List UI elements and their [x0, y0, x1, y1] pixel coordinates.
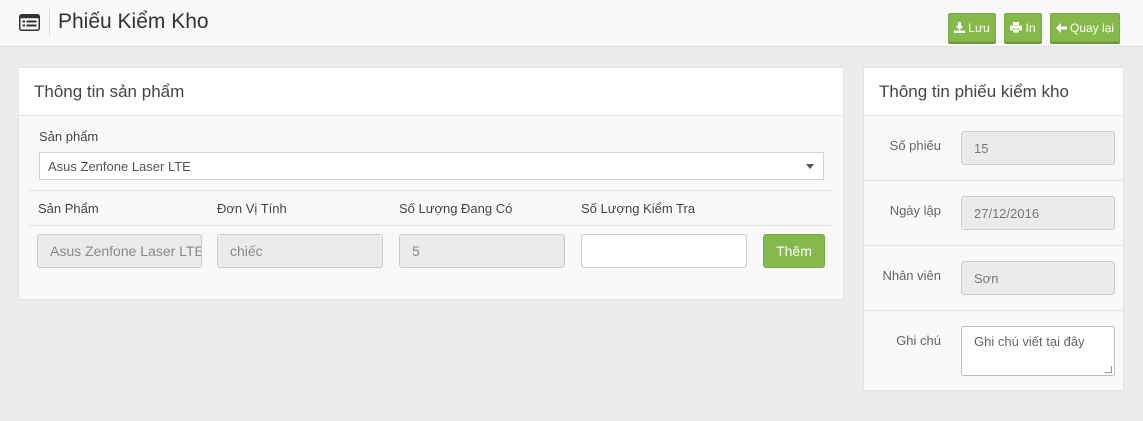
column-header-qty-checked: Số Lượng Kiểm Tra: [581, 201, 696, 216]
product-info-panel: Thông tin sản phẩm Sản phẩm Asus Zenfone…: [18, 67, 844, 300]
divider: [29, 190, 833, 191]
staff-field: Sơn: [961, 261, 1115, 295]
arrow-left-icon: [1055, 22, 1067, 33]
date-row: Ngày lập 27/12/2016: [864, 181, 1123, 246]
save-button[interactable]: Lưu: [948, 13, 996, 42]
print-button[interactable]: In: [1004, 13, 1042, 42]
note-textarea[interactable]: Ghi chú viết tại đây: [961, 326, 1115, 376]
back-label: Quay lại: [1069, 20, 1115, 35]
caret-down-icon: [806, 164, 814, 169]
product-label: Sản phẩm: [39, 129, 99, 144]
voucher-info-panel: Thông tin phiếu kiểm kho Số phiếu 15 Ngà…: [863, 67, 1124, 391]
staff-row: Nhân viên Sơn: [864, 246, 1123, 311]
note-label: Ghi chú: [896, 333, 941, 348]
product-panel-title: Thông tin sản phẩm: [19, 68, 843, 116]
divider: [29, 225, 833, 226]
save-label: Lưu: [968, 20, 990, 35]
note-row: Ghi chú Ghi chú viết tại đây: [864, 311, 1123, 390]
voucher-number-field: 15: [961, 131, 1115, 165]
voucher-number-label: Số phiếu: [889, 138, 941, 153]
download-icon: [954, 22, 966, 33]
top-bar: Phiếu Kiểm Kho Lưu In Quay lại: [0, 0, 1143, 47]
product-select-value: Asus Zenfone Laser LTE: [48, 159, 191, 174]
voucher-panel-title: Thông tin phiếu kiểm kho: [864, 68, 1123, 116]
unit-field: chiếc: [217, 234, 383, 268]
printer-icon: [1010, 22, 1023, 33]
date-field: 27/12/2016: [961, 196, 1115, 230]
page-title: Phiếu Kiểm Kho: [58, 10, 209, 33]
list-icon[interactable]: [19, 14, 40, 31]
note-placeholder: Ghi chú viết tại đây: [974, 334, 1085, 349]
back-button[interactable]: Quay lại: [1050, 13, 1120, 42]
staff-label: Nhân viên: [882, 268, 941, 283]
resize-handle-icon[interactable]: [1105, 366, 1112, 373]
column-header-product: Sản Phẩm: [38, 201, 99, 216]
product-field: Asus Zenfone Laser LTE: [37, 234, 202, 268]
qty-on-hand-field: 5: [399, 234, 565, 268]
product-select[interactable]: Asus Zenfone Laser LTE: [39, 152, 824, 180]
column-header-unit: Đơn Vị Tính: [217, 201, 287, 216]
print-label: In: [1025, 20, 1036, 35]
date-label: Ngày lập: [889, 203, 941, 218]
qty-checked-input[interactable]: [581, 234, 747, 268]
add-button[interactable]: Thêm: [763, 234, 825, 268]
voucher-number-row: Số phiếu 15: [864, 116, 1123, 181]
header-divider: [49, 9, 50, 36]
column-header-qty-on-hand: Số Lượng Đang Có: [399, 201, 513, 216]
